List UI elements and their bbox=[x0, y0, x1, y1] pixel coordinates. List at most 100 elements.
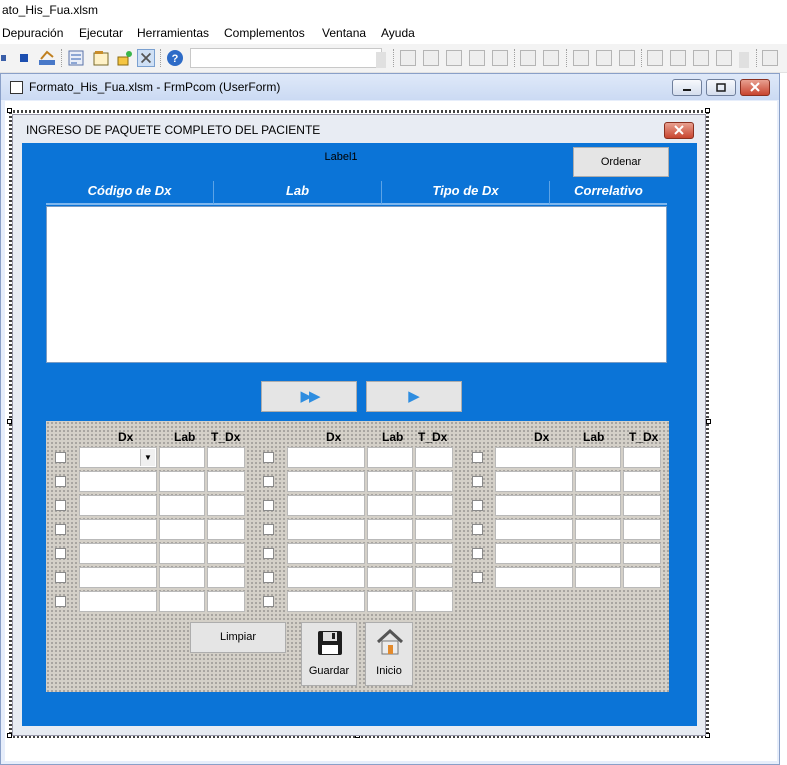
tdx-textbox[interactable] bbox=[415, 591, 453, 612]
row-checkbox[interactable] bbox=[472, 500, 483, 511]
clear-bookmarks-icon[interactable] bbox=[716, 50, 732, 66]
stop-icon[interactable] bbox=[18, 49, 30, 67]
project-explorer-icon[interactable] bbox=[67, 49, 85, 67]
pause-icon[interactable] bbox=[0, 49, 8, 67]
row-checkbox[interactable] bbox=[472, 524, 483, 535]
help-icon[interactable]: ? bbox=[166, 49, 184, 67]
previous-bookmark-icon[interactable] bbox=[693, 50, 709, 66]
lab-textbox[interactable] bbox=[367, 495, 413, 516]
window-titlebar[interactable]: Formato_His_Fua.xlsm - FrmPcom (UserForm… bbox=[1, 74, 779, 100]
next-bookmark-icon[interactable] bbox=[670, 50, 686, 66]
tdx-textbox[interactable] bbox=[623, 495, 661, 516]
lab-textbox[interactable] bbox=[159, 543, 205, 564]
lab-textbox[interactable] bbox=[367, 567, 413, 588]
toolbar-overflow-2[interactable] bbox=[739, 52, 749, 68]
outdent-icon[interactable] bbox=[423, 50, 439, 66]
tdx-textbox[interactable] bbox=[415, 543, 453, 564]
indent-icon[interactable] bbox=[400, 50, 416, 66]
row-checkbox[interactable] bbox=[55, 572, 66, 583]
align-center-icon[interactable] bbox=[543, 50, 559, 66]
chevron-down-icon[interactable]: ▼ bbox=[140, 449, 155, 466]
row-checkbox[interactable] bbox=[263, 476, 274, 487]
close-window-button[interactable] bbox=[740, 79, 770, 96]
dx-textbox[interactable] bbox=[79, 519, 157, 540]
form-close-button[interactable] bbox=[664, 122, 694, 139]
dx-textbox[interactable] bbox=[79, 543, 157, 564]
row-checkbox[interactable] bbox=[263, 524, 274, 535]
lab-textbox[interactable] bbox=[367, 471, 413, 492]
tdx-textbox[interactable] bbox=[207, 495, 245, 516]
row-checkbox[interactable] bbox=[472, 452, 483, 463]
row-checkbox[interactable] bbox=[472, 548, 483, 559]
column-codigo-dx[interactable]: Código de Dx bbox=[46, 181, 214, 205]
toolbar-overflow-1[interactable] bbox=[376, 52, 386, 68]
tdx-textbox[interactable] bbox=[207, 471, 245, 492]
guardar-button[interactable]: Guardar bbox=[301, 622, 357, 686]
column-correlativo[interactable]: Correlativo bbox=[550, 181, 667, 205]
dx-textbox[interactable] bbox=[495, 495, 573, 516]
dx-textbox[interactable] bbox=[495, 543, 573, 564]
row-checkbox[interactable] bbox=[263, 548, 274, 559]
tdx-textbox[interactable] bbox=[415, 471, 453, 492]
tdx-textbox[interactable] bbox=[207, 567, 245, 588]
lab-textbox[interactable] bbox=[575, 543, 621, 564]
lab-textbox[interactable] bbox=[367, 447, 413, 468]
menu-ejecutar[interactable]: Ejecutar bbox=[79, 25, 123, 41]
row-checkbox[interactable] bbox=[472, 572, 483, 583]
menu-complementos[interactable]: Complementos bbox=[224, 25, 305, 41]
dx-combobox[interactable]: ▼ bbox=[79, 447, 157, 468]
row-checkbox[interactable] bbox=[55, 524, 66, 535]
lab-textbox[interactable] bbox=[159, 591, 205, 612]
menu-ventana[interactable]: Ventana bbox=[322, 25, 366, 41]
restore-button[interactable] bbox=[706, 79, 736, 96]
tdx-textbox[interactable] bbox=[623, 447, 661, 468]
lab-textbox[interactable] bbox=[367, 591, 413, 612]
row-checkbox[interactable] bbox=[472, 476, 483, 487]
row-checkbox[interactable] bbox=[55, 476, 66, 487]
resize-handle[interactable] bbox=[706, 419, 711, 424]
tdx-textbox[interactable] bbox=[207, 543, 245, 564]
menu-ayuda[interactable]: Ayuda bbox=[381, 25, 415, 41]
zoom-icon[interactable] bbox=[762, 50, 778, 66]
dx-textbox[interactable] bbox=[287, 567, 365, 588]
uncomment-block-icon[interactable] bbox=[492, 50, 508, 66]
move-all-button[interactable]: ▶▶ bbox=[261, 381, 357, 412]
tdx-textbox[interactable] bbox=[415, 567, 453, 588]
row-checkbox[interactable] bbox=[263, 500, 274, 511]
limpiar-button[interactable]: Limpiar bbox=[190, 622, 286, 653]
column-lab[interactable]: Lab bbox=[214, 181, 382, 205]
row-checkbox[interactable] bbox=[263, 452, 274, 463]
tdx-textbox[interactable] bbox=[623, 567, 661, 588]
tdx-textbox[interactable] bbox=[207, 519, 245, 540]
row-checkbox[interactable] bbox=[263, 596, 274, 607]
dx-textbox[interactable] bbox=[79, 495, 157, 516]
ordenar-button[interactable]: Ordenar bbox=[573, 147, 669, 177]
comment-block-icon[interactable] bbox=[469, 50, 485, 66]
diagnosis-listbox[interactable] bbox=[46, 206, 667, 363]
toggle-breakpoint-icon[interactable] bbox=[446, 50, 462, 66]
align-icon[interactable] bbox=[596, 50, 612, 66]
lab-textbox[interactable] bbox=[159, 447, 205, 468]
tdx-textbox[interactable] bbox=[415, 447, 453, 468]
design-mode-icon[interactable] bbox=[38, 49, 56, 67]
tdx-textbox[interactable] bbox=[623, 471, 661, 492]
align-left-icon[interactable] bbox=[520, 50, 536, 66]
location-combo[interactable] bbox=[190, 48, 382, 68]
dx-textbox[interactable] bbox=[79, 471, 157, 492]
row-checkbox[interactable] bbox=[263, 572, 274, 583]
bookmark-icon[interactable] bbox=[647, 50, 663, 66]
properties-window-icon[interactable] bbox=[92, 49, 110, 67]
toolbox-icon[interactable] bbox=[137, 49, 155, 67]
size-icon[interactable] bbox=[619, 50, 635, 66]
tdx-textbox[interactable] bbox=[623, 519, 661, 540]
lab-textbox[interactable] bbox=[159, 519, 205, 540]
dx-textbox[interactable] bbox=[287, 495, 365, 516]
tdx-textbox[interactable] bbox=[415, 519, 453, 540]
lab-textbox[interactable] bbox=[159, 471, 205, 492]
dx-textbox[interactable] bbox=[495, 567, 573, 588]
tdx-textbox[interactable] bbox=[207, 591, 245, 612]
lab-textbox[interactable] bbox=[575, 519, 621, 540]
object-browser-icon[interactable] bbox=[116, 49, 134, 67]
hand-icon[interactable] bbox=[573, 50, 589, 66]
dx-textbox[interactable] bbox=[495, 447, 573, 468]
